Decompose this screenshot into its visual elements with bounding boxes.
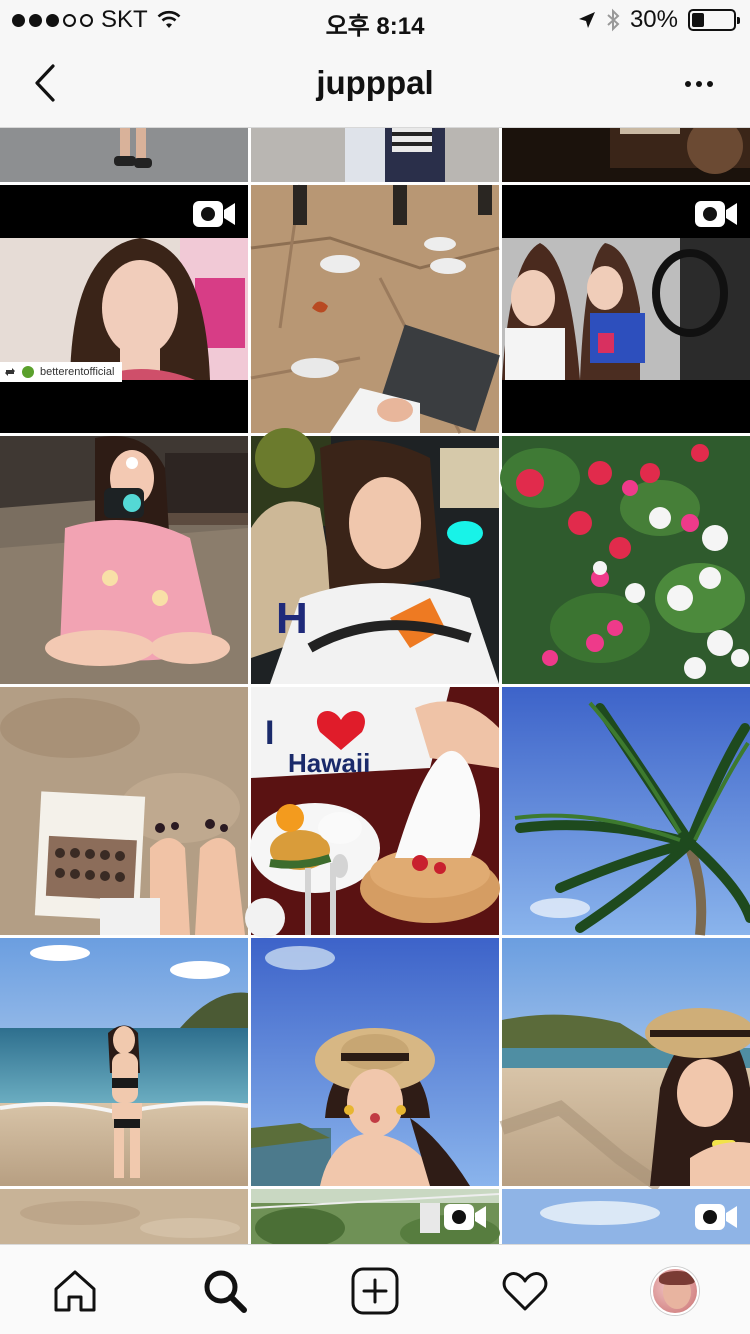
tab-bar bbox=[0, 1244, 750, 1334]
post-thumbnail[interactable] bbox=[502, 128, 750, 182]
more-dot bbox=[696, 81, 702, 87]
shirt-letter-i: I bbox=[265, 714, 274, 752]
profile-username-title: jupppal bbox=[316, 64, 434, 101]
video-camera-icon bbox=[444, 1204, 486, 1230]
grid-artwork: H I Hawaii bbox=[0, 128, 750, 1244]
video-camera-icon bbox=[193, 201, 235, 227]
tab-search[interactable] bbox=[197, 1263, 253, 1319]
post-thumbnail[interactable] bbox=[500, 436, 750, 684]
status-right: 30% bbox=[578, 6, 740, 34]
tab-home[interactable] bbox=[47, 1263, 103, 1319]
svg-text:H: H bbox=[276, 594, 308, 643]
battery-icon bbox=[688, 9, 740, 31]
post-thumbnail[interactable] bbox=[502, 687, 750, 936]
more-dot bbox=[685, 81, 691, 87]
more-dot bbox=[707, 81, 713, 87]
status-bar: SKT 오후 8:14 30% bbox=[0, 0, 750, 40]
navigation-bar: jupppal bbox=[0, 40, 750, 128]
repost-icon bbox=[5, 368, 15, 376]
post-thumbnail[interactable]: H bbox=[251, 428, 499, 684]
post-thumbnail[interactable] bbox=[0, 1189, 248, 1244]
tab-add-post[interactable] bbox=[347, 1263, 403, 1319]
bluetooth-icon bbox=[607, 8, 620, 32]
location-arrow-icon bbox=[578, 12, 595, 28]
tab-profile[interactable] bbox=[647, 1263, 703, 1319]
profile-avatar bbox=[651, 1267, 699, 1315]
post-thumbnail[interactable] bbox=[251, 938, 499, 1186]
shirt-text-hawaii: Hawaii bbox=[288, 748, 370, 778]
repost-credit-tag: betterentofficial bbox=[0, 362, 123, 382]
post-thumbnail[interactable]: I Hawaii bbox=[245, 687, 500, 938]
home-icon bbox=[54, 1270, 96, 1312]
post-thumbnail[interactable] bbox=[0, 938, 249, 1186]
post-thumbnail[interactable] bbox=[0, 128, 248, 182]
video-camera-icon bbox=[695, 1204, 737, 1230]
more-options-button[interactable] bbox=[674, 62, 724, 106]
tab-activity[interactable] bbox=[497, 1263, 553, 1319]
battery-percent: 30% bbox=[629, 6, 678, 33]
repost-credit-label: betterentofficial bbox=[40, 366, 115, 378]
video-camera-icon bbox=[695, 201, 737, 227]
post-thumbnail[interactable] bbox=[250, 184, 500, 434]
post-grid: H I Hawaii betterentofficial bbox=[0, 128, 750, 1244]
post-thumbnail[interactable] bbox=[0, 687, 248, 935]
battery-level bbox=[692, 13, 704, 27]
repost-avatar bbox=[22, 366, 34, 378]
post-thumbnail[interactable] bbox=[251, 128, 499, 182]
post-thumbnail[interactable] bbox=[499, 938, 750, 1192]
add-post-icon bbox=[351, 1267, 399, 1315]
post-thumbnail[interactable] bbox=[0, 436, 248, 684]
search-icon bbox=[204, 1270, 247, 1313]
heart-icon bbox=[502, 1272, 548, 1311]
